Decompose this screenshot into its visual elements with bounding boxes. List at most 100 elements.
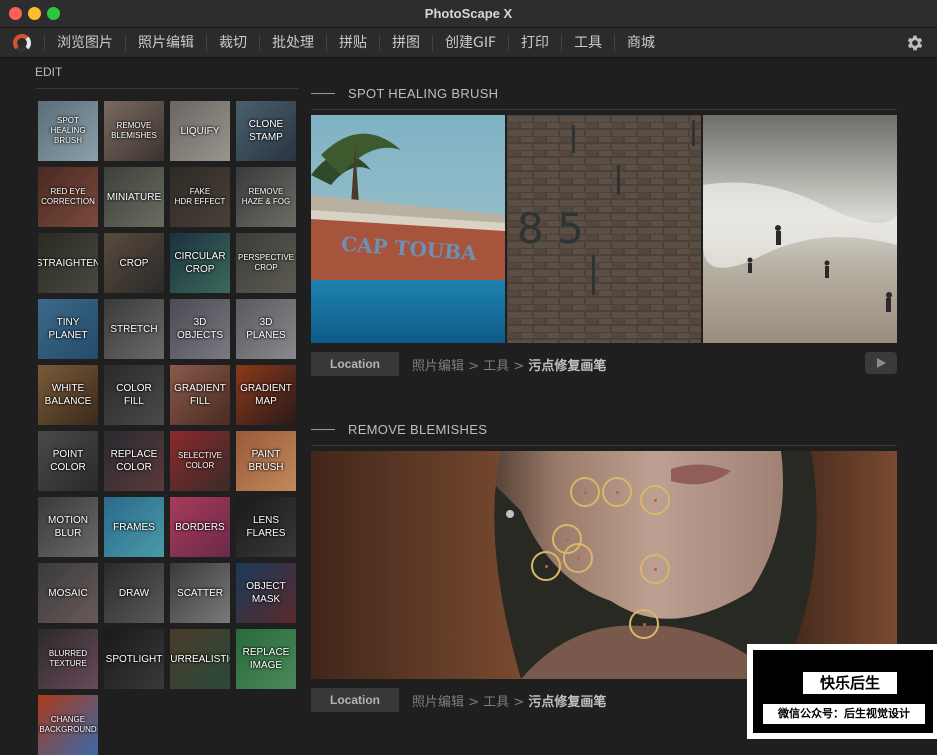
tool-tile-mosaic[interactable]: MOSAIC — [38, 563, 98, 623]
menu-item-4[interactable]: 拼贴 — [326, 35, 379, 51]
tool-tile-label: FAKE HDR EFFECT — [174, 187, 226, 206]
example-image-boat: CAP TOUBA — [311, 115, 505, 343]
menu-item-9[interactable]: 商城 — [614, 35, 667, 51]
tool-tile-change-background[interactable]: CHANGE BACKGROUND — [38, 695, 98, 755]
tool-tile-lens-flares[interactable]: LENS FLARES — [236, 497, 296, 557]
gear-icon[interactable] — [905, 33, 925, 53]
menu-item-7[interactable]: 打印 — [508, 35, 561, 51]
tool-tile-replace-color[interactable]: REPLACE COLOR — [104, 431, 164, 491]
tool-tile-label: REPLACE COLOR — [110, 449, 158, 473]
tool-tile-label: CIRCULAR CROP — [174, 251, 226, 275]
tool-tile-borders[interactable]: BORDERS — [170, 497, 230, 557]
tool-tile-straighten[interactable]: STRAIGHTEN — [38, 233, 98, 293]
watermark: 快乐后生 微信公众号：后生视觉设计 — [747, 644, 937, 739]
tool-tile-label: STRAIGHTEN — [38, 257, 98, 269]
tool-tile-clone-stamp[interactable]: CLONE STAMP — [236, 101, 296, 161]
tool-tile-object-mask[interactable]: OBJECT MASK — [236, 563, 296, 623]
tool-tile-gradient-map[interactable]: GRADIENT MAP — [236, 365, 296, 425]
tool-tile-replace-image[interactable]: REPLACE IMAGE — [236, 629, 296, 689]
tool-tile-label: PERSPECTIVE CROP — [238, 253, 295, 272]
tool-tile-fake-hdr-effect[interactable]: FAKE HDR EFFECT — [170, 167, 230, 227]
tool-tile-3d-objects[interactable]: 3D OBJECTS — [170, 299, 230, 359]
menu-item-0[interactable]: 浏览图片 — [44, 35, 125, 51]
tool-tile-white-balance[interactable]: WHITE BALANCE — [38, 365, 98, 425]
tool-tile-remove-blemishes[interactable]: REMOVE BLEMISHES — [104, 101, 164, 161]
example-image-brick-wall: 8 5 — [507, 115, 701, 343]
tool-tile-surrealistic[interactable]: SURREALISTIC — [170, 629, 230, 689]
tool-tile-gradient-fill[interactable]: GRADIENT FILL — [170, 365, 230, 425]
tool-tile-draw[interactable]: DRAW — [104, 563, 164, 623]
menu-bar: 浏览图片 照片编辑 裁切 批处理 拼贴 拼图 创建GIF 打印 工具 商城 — [0, 28, 937, 58]
tool-tile-3d-planes[interactable]: 3D PLANES — [236, 299, 296, 359]
tool-tile-tiny-planet[interactable]: TINY PLANET — [38, 299, 98, 359]
tool-tile-blurred-texture[interactable]: BLURRED TEXTURE — [38, 629, 98, 689]
blemish-marker — [602, 477, 632, 507]
tool-tile-label: CLONE STAMP — [248, 119, 284, 143]
photoscape-logo-icon[interactable] — [13, 34, 31, 52]
location-button-remove-blemishes[interactable]: Location — [311, 688, 399, 712]
tool-tile-label: 3D OBJECTS — [176, 317, 224, 341]
tool-tile-crop[interactable]: CROP — [104, 233, 164, 293]
divider — [311, 93, 335, 94]
tool-tile-paint-brush[interactable]: PAINT BRUSH — [236, 431, 296, 491]
tool-tile-label: CROP — [119, 257, 149, 269]
tool-tile-frames[interactable]: FRAMES — [104, 497, 164, 557]
tool-tile-label: REMOVE BLEMISHES — [111, 121, 157, 140]
tool-tile-liquify[interactable]: LIQUIFY — [170, 101, 230, 161]
location-button-spot-healing[interactable]: Location — [311, 352, 399, 376]
tool-tile-miniature[interactable]: MINIATURE — [104, 167, 164, 227]
tool-tile-point-color[interactable]: POINT COLOR — [38, 431, 98, 491]
example-image-beach — [703, 115, 897, 343]
menu-item-6[interactable]: 创建GIF — [432, 35, 508, 51]
tool-tile-label: FRAMES — [113, 521, 155, 533]
menu-item-2[interactable]: 裁切 — [206, 35, 259, 51]
blemish-marker — [531, 551, 561, 581]
app-title: PhotoScape X — [424, 6, 513, 21]
tool-tile-label: REMOVE HAZE & FOG — [241, 187, 291, 206]
tool-tile-scatter[interactable]: SCATTER — [170, 563, 230, 623]
divider — [311, 429, 335, 430]
tool-tile-perspective-crop[interactable]: PERSPECTIVE CROP — [236, 233, 296, 293]
blemish-marker — [563, 543, 593, 573]
tool-tile-label: SPOT HEALING BRUSH — [50, 116, 86, 145]
tool-tile-spotlight[interactable]: SPOTLIGHT — [104, 629, 164, 689]
main-menu: 浏览图片 照片编辑 裁切 批处理 拼贴 拼图 创建GIF 打印 工具 商城 — [44, 28, 667, 58]
tool-tile-label: STRETCH — [110, 323, 158, 335]
tool-tile-red-eye-correction[interactable]: RED EYE CORRECTION — [38, 167, 98, 227]
blemish-marker — [629, 609, 659, 639]
tool-tile-label: SELECTIVE COLOR — [177, 451, 222, 470]
section-title-spot-healing: SPOT HEALING BRUSH — [348, 86, 499, 101]
tool-tile-label: MOTION BLUR — [48, 515, 88, 539]
tool-tile-circular-crop[interactable]: CIRCULAR CROP — [170, 233, 230, 293]
tool-tile-label: LIQUIFY — [180, 125, 220, 137]
tool-tile-label: PAINT BRUSH — [248, 449, 284, 473]
menu-item-3[interactable]: 批处理 — [259, 35, 326, 51]
tool-tile-label: COLOR FILL — [116, 383, 152, 407]
menu-item-8[interactable]: 工具 — [561, 35, 614, 51]
tool-tile-label: BORDERS — [175, 521, 225, 533]
tool-tile-label: DRAW — [118, 587, 150, 599]
tool-tile-label: SCATTER — [177, 587, 223, 599]
tool-tile-color-fill[interactable]: COLOR FILL — [104, 365, 164, 425]
tool-tile-label: CHANGE BACKGROUND — [39, 715, 97, 734]
tool-tile-spot-healing-brush[interactable]: SPOT HEALING BRUSH — [38, 101, 98, 161]
tool-tile-label: MINIATURE — [106, 191, 162, 203]
tool-tile-motion-blur[interactable]: MOTION BLUR — [38, 497, 98, 557]
watermark-subtitle: 微信公众号：后生视觉设计 — [763, 704, 925, 724]
menu-item-1[interactable]: 照片编辑 — [125, 35, 206, 51]
tool-tile-label: MOSAIC — [48, 587, 88, 599]
tool-tile-stretch[interactable]: STRETCH — [104, 299, 164, 359]
section-title-remove-blemishes: REMOVE BLEMISHES — [348, 422, 488, 437]
divider — [311, 109, 897, 110]
tool-tile-label: SPOTLIGHT — [105, 653, 163, 665]
tool-tile-selective-color[interactable]: SELECTIVE COLOR — [170, 431, 230, 491]
tool-tile-label: POINT COLOR — [50, 449, 86, 473]
tool-tile-remove-haze-fog[interactable]: REMOVE HAZE & FOG — [236, 167, 296, 227]
blemish-marker — [570, 477, 600, 507]
tool-tile-label: OBJECT MASK — [246, 581, 286, 605]
tool-tile-label: GRADIENT FILL — [174, 383, 226, 407]
blemish-marker — [640, 554, 670, 584]
play-video-button-spot-healing[interactable] — [865, 352, 897, 374]
divider — [36, 88, 298, 89]
menu-item-5[interactable]: 拼图 — [379, 35, 432, 51]
